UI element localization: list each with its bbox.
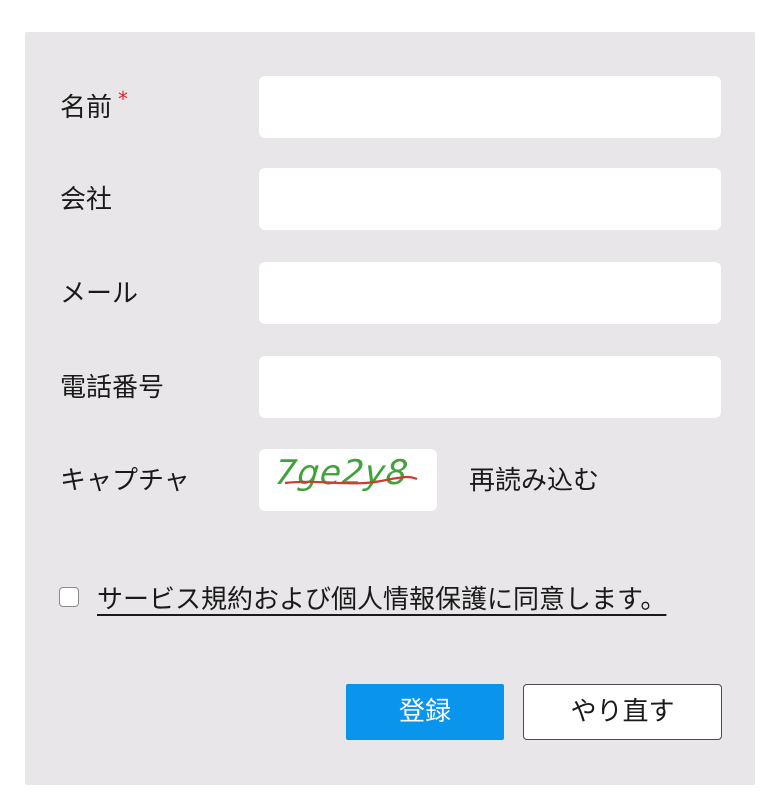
captcha-label: キャプチャ (60, 466, 190, 496)
submit-button[interactable]: 登録 (346, 684, 504, 740)
company-input[interactable] (259, 168, 721, 230)
captcha-image: 7ge2y8 (259, 449, 437, 511)
email-input[interactable] (259, 262, 721, 324)
required-mark: * (118, 87, 129, 111)
email-row: メール (25, 262, 755, 326)
captcha-strike-line (284, 475, 418, 485)
company-row: 会社 (25, 168, 755, 232)
reload-captcha-link[interactable]: 再読み込む (469, 449, 599, 513)
phone-input[interactable] (259, 356, 721, 418)
agreement-row: サービス規約および個人情報保護に同意します。 (59, 572, 666, 622)
company-label: 会社 (60, 185, 113, 215)
agreement-checkbox[interactable] (59, 587, 79, 607)
name-label: 名前 * (60, 87, 129, 123)
name-row: 名前 * (25, 76, 755, 140)
email-label: メール (60, 279, 139, 309)
registration-form: 名前 * 会社 メール 電話番号 キャプチャ 7ge2y8 再読み込む サービス規… (25, 32, 755, 785)
phone-label: 電話番号 (60, 373, 165, 403)
reset-button[interactable]: やり直す (523, 684, 722, 740)
captcha-row: キャプチャ 7ge2y8 再読み込む (25, 449, 755, 513)
agreement-link[interactable]: サービス規約および個人情報保護に同意します。 (97, 579, 666, 616)
name-input[interactable] (259, 76, 721, 138)
phone-row: 電話番号 (25, 356, 755, 420)
